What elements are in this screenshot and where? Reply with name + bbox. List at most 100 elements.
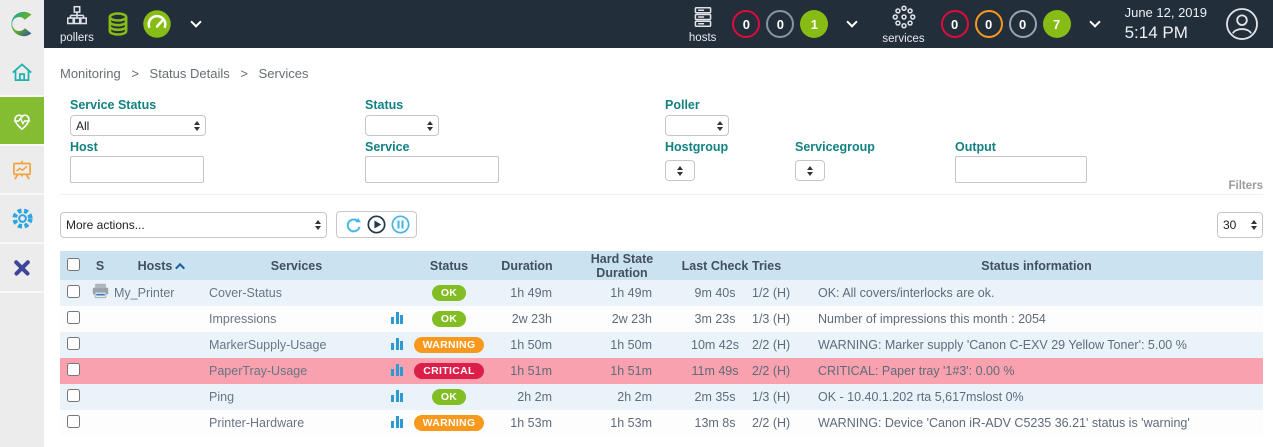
row-checkbox[interactable]	[67, 285, 80, 298]
status-cell: OK	[410, 280, 488, 306]
host-icon-cell	[86, 384, 114, 410]
status-select[interactable]	[365, 115, 439, 136]
hard-state-duration-cell: 1h 50m	[566, 332, 678, 358]
status-information-cell: WARNING: Marker supply 'Canon C-EXV 29 Y…	[810, 332, 1263, 358]
host-icon-cell	[86, 306, 114, 332]
servicegroup-select[interactable]	[795, 160, 825, 181]
row-checkbox[interactable]	[67, 337, 80, 350]
status-counter[interactable]: 0	[975, 10, 1003, 38]
select-spinner-icon	[677, 166, 683, 176]
sidebar-item-monitoring[interactable]	[0, 97, 44, 146]
topbar: pollers ho	[0, 0, 1273, 48]
header-status[interactable]: Status	[410, 251, 488, 280]
header-status-information[interactable]: Status information	[810, 251, 1263, 280]
status-badge: OK	[432, 311, 466, 328]
host-link[interactable]: My_Printer	[114, 286, 174, 300]
latency-gauge-icon[interactable]	[142, 9, 172, 39]
sidebar-item-reporting[interactable]	[0, 146, 44, 195]
pollers-menu[interactable]: pollers	[60, 4, 94, 45]
filters-tab[interactable]: Filters	[1228, 180, 1263, 192]
graph-icon[interactable]	[391, 416, 403, 428]
hard-state-duration-cell: 1h 51m	[566, 358, 678, 384]
status-counter[interactable]: 0	[941, 10, 969, 38]
status-counter[interactable]: 0	[732, 10, 760, 38]
services-menu[interactable]: services	[882, 3, 924, 46]
status-information-cell: CRITICAL: Paper tray '1#3': 0.00 %	[810, 358, 1263, 384]
servicegroup-label: Servicegroup	[795, 140, 875, 154]
service-link[interactable]: Ping	[209, 390, 234, 404]
graph-icon[interactable]	[391, 390, 403, 402]
row-checkbox[interactable]	[67, 389, 80, 402]
service-link[interactable]: PaperTray-Usage	[209, 364, 307, 378]
sidebar-item-home[interactable]	[0, 48, 44, 97]
status-counter[interactable]: 7	[1043, 10, 1071, 38]
hostgroup-label: Hostgroup	[665, 140, 728, 154]
user-profile-icon[interactable]	[1225, 7, 1259, 41]
sort-asc-icon	[175, 262, 185, 272]
header-hosts[interactable]: Hosts	[114, 251, 209, 280]
clock: June 12, 2019 5:14 PM	[1125, 5, 1207, 43]
breadcrumb-separator: >	[240, 66, 248, 81]
row-select-cell	[60, 410, 86, 436]
graph-cell	[384, 358, 410, 384]
service-cell: MarkerSupply-Usage	[209, 332, 384, 358]
services-status-group: services 0007	[882, 3, 1098, 46]
status-information-cell: Number of impressions this month : 2054	[810, 306, 1263, 332]
database-status-icon[interactable]	[104, 10, 132, 38]
row-checkbox[interactable]	[67, 363, 80, 376]
hosts-icon	[690, 4, 716, 30]
host-input[interactable]	[70, 156, 204, 183]
breadcrumb-monitoring[interactable]: Monitoring	[60, 66, 121, 81]
output-input[interactable]	[955, 156, 1087, 183]
page-size-select[interactable]: 30	[1217, 212, 1263, 238]
graph-cell	[384, 384, 410, 410]
centreon-logo[interactable]	[0, 0, 44, 48]
hard-state-duration-cell: 2h 2m	[566, 384, 678, 410]
service-status-select[interactable]: All	[70, 115, 206, 136]
hard-state-duration-cell: 1h 49m	[566, 280, 678, 306]
breadcrumb-status-details[interactable]: Status Details	[150, 66, 230, 81]
host-icon-cell	[86, 358, 114, 384]
row-checkbox[interactable]	[67, 311, 80, 324]
service-input[interactable]	[365, 156, 499, 183]
poller-chevron-down-icon[interactable]	[190, 16, 201, 27]
more-actions-select[interactable]: More actions...	[60, 212, 327, 238]
poller-select[interactable]	[665, 115, 729, 136]
graph-icon[interactable]	[391, 364, 403, 376]
hostgroup-select[interactable]	[665, 160, 695, 181]
service-link[interactable]: Printer-Hardware	[209, 416, 304, 430]
refresh-button-group	[336, 211, 417, 238]
graph-cell	[384, 332, 410, 358]
service-link[interactable]: Impressions	[209, 312, 276, 326]
breadcrumb-services[interactable]: Services	[259, 66, 309, 81]
header-services[interactable]: Services	[209, 251, 384, 280]
sidebar-item-configuration[interactable]	[0, 195, 44, 244]
header-tries[interactable]: Tries	[752, 251, 810, 280]
pause-refresh-button[interactable]	[391, 215, 410, 234]
status-counter[interactable]: 1	[800, 10, 828, 38]
row-checkbox[interactable]	[67, 415, 80, 428]
graph-icon[interactable]	[391, 338, 403, 350]
current-date: June 12, 2019	[1125, 5, 1207, 21]
header-s[interactable]: S	[86, 251, 114, 280]
graph-icon[interactable]	[391, 312, 403, 324]
sidebar-item-administration[interactable]	[0, 244, 44, 293]
status-counter[interactable]: 0	[766, 10, 794, 38]
service-link[interactable]: MarkerSupply-Usage	[209, 338, 326, 352]
play-refresh-button[interactable]	[367, 215, 386, 234]
hosts-menu[interactable]: hosts	[689, 4, 717, 45]
status-counter[interactable]: 0	[1009, 10, 1037, 38]
status-information-cell: WARNING: Device 'Canon iR-ADV C5235 36.2…	[810, 410, 1263, 436]
host-icon-cell	[86, 410, 114, 436]
refresh-button[interactable]	[343, 215, 362, 234]
service-link[interactable]: Cover-Status	[209, 286, 282, 300]
select-all-checkbox[interactable]	[67, 258, 80, 271]
tries-cell: 2/2 (H)	[752, 332, 810, 358]
header-hard-state-duration[interactable]: Hard State Duration	[566, 251, 678, 280]
status-information-cell: OK: All covers/interlocks are ok.	[810, 280, 1263, 306]
table-header-row: S Hosts Services Status Duration Hard St…	[60, 251, 1263, 280]
services-chevron-down-icon[interactable]	[1089, 16, 1100, 27]
hosts-chevron-down-icon[interactable]	[847, 16, 858, 27]
header-last-check[interactable]: Last Check	[678, 251, 752, 280]
header-duration[interactable]: Duration	[488, 251, 566, 280]
